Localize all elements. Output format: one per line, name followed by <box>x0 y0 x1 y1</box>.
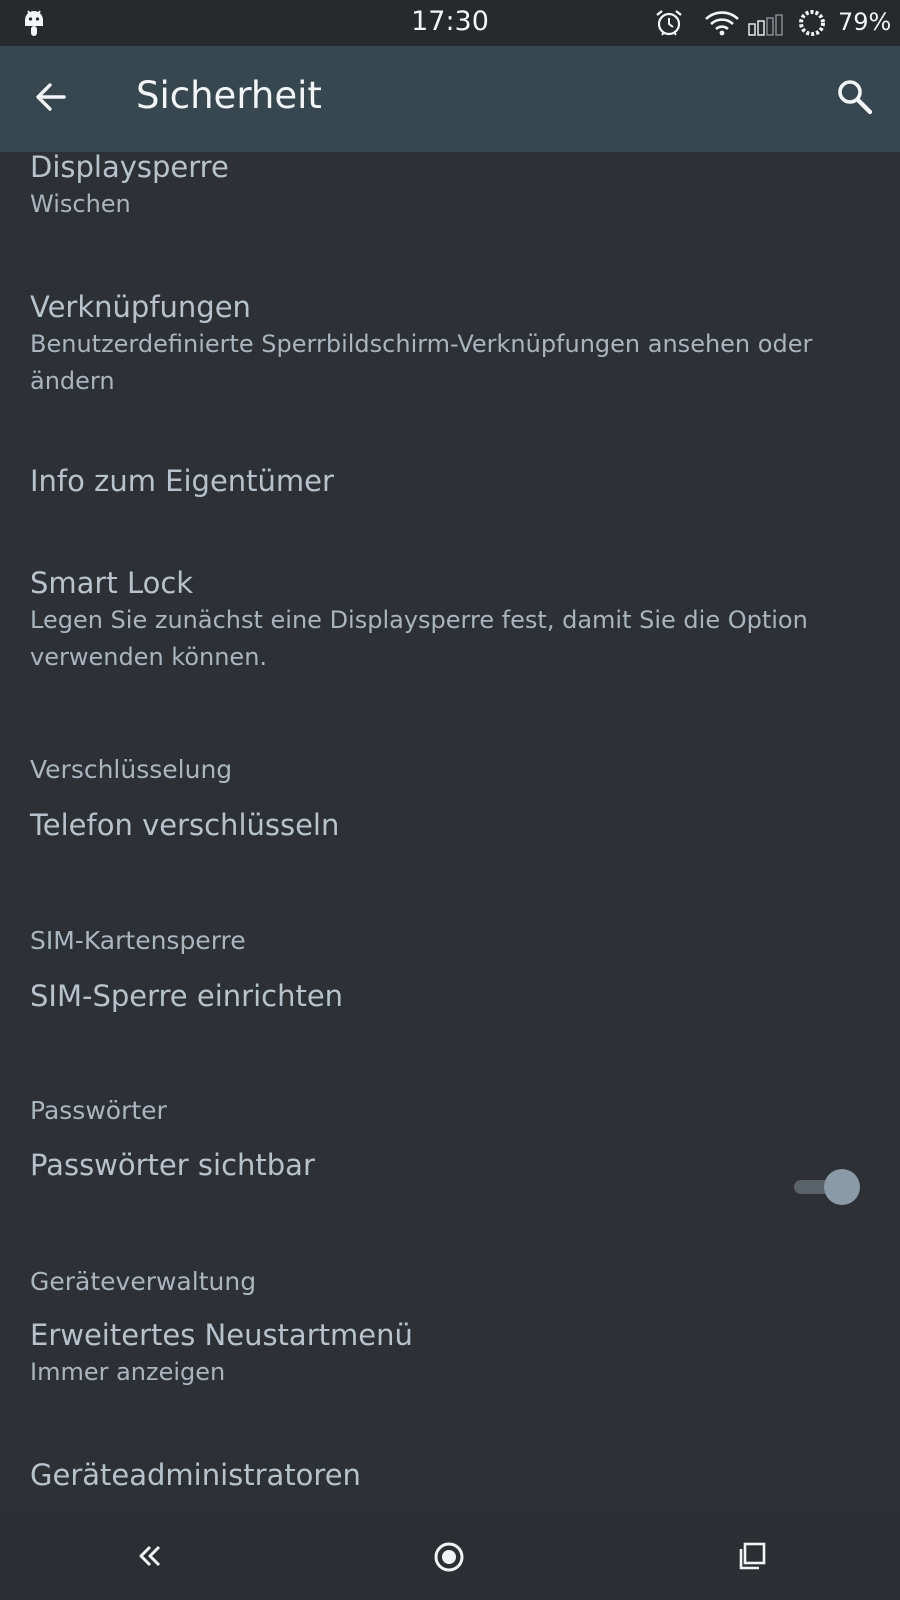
list-item-neustartmenue[interactable]: Erweitertes Neustartmenü Immer anzeigen <box>30 1316 860 1391</box>
page-title: Sicherheit <box>136 74 322 117</box>
list-item-verknuepfungen[interactable]: Verknüpfungen Benutzerdefinierte Sperrbi… <box>30 288 860 400</box>
list-item-geraeteadministratoren[interactable]: Geräteadministratoren <box>30 1456 860 1494</box>
navigation-bar <box>0 1512 900 1600</box>
list-item-displaysperre[interactable]: Displaysperre Wischen <box>30 152 860 223</box>
item-subtitle: verwenden können. <box>30 643 268 671</box>
item-subtitle: ändern <box>30 367 115 395</box>
battery-icon <box>797 8 827 42</box>
item-subtitle: Wischen <box>30 190 131 218</box>
app-toolbar: Sicherheit <box>0 46 900 152</box>
item-subtitle: Legen Sie zunächst eine Displaysperre fe… <box>30 606 808 634</box>
search-icon[interactable] <box>836 78 874 120</box>
item-title: Passwörter sichtbar <box>30 1148 315 1182</box>
item-title: Displaysperre <box>30 152 229 184</box>
item-title: Telefon verschlüsseln <box>30 808 340 842</box>
arrow-left-icon[interactable] <box>34 80 68 118</box>
battery-level: 79% <box>838 8 892 36</box>
item-subtitle: Immer anzeigen <box>30 1358 226 1386</box>
item-title: Geräteadministratoren <box>30 1458 361 1492</box>
list-item-sim-sperre[interactable]: SIM-Sperre einrichten <box>30 977 860 1015</box>
section-header-device: Geräteverwaltung <box>30 1267 257 1296</box>
signal-icon <box>748 14 788 40</box>
list-item-passwoerter-sichtbar[interactable]: Passwörter sichtbar <box>30 1146 860 1184</box>
item-title: Smart Lock <box>30 566 194 600</box>
toggle-thumb <box>824 1169 860 1205</box>
settings-list: Displaysperre Wischen Verknüpfungen Benu… <box>0 152 900 1512</box>
list-item-smart-lock[interactable]: Smart Lock Legen Sie zunächst eine Displ… <box>30 564 860 676</box>
home-icon[interactable] <box>432 1540 466 1578</box>
section-header-encryption: Verschlüsselung <box>30 755 233 784</box>
item-title: Verknüpfungen <box>30 290 251 324</box>
item-title: SIM-Sperre einrichten <box>30 979 344 1013</box>
section-header-sim: SIM-Kartensperre <box>30 926 246 955</box>
alarm-icon <box>654 8 684 42</box>
wifi-icon <box>704 10 740 40</box>
item-title: Erweitertes Neustartmenü <box>30 1318 413 1352</box>
status-bar: 17:30 79% <box>0 0 900 46</box>
passwords-visible-toggle[interactable] <box>794 1167 864 1207</box>
item-title: Info zum Eigentümer <box>30 464 334 498</box>
back-icon[interactable] <box>136 1542 164 1574</box>
list-item-info-eigentuemer[interactable]: Info zum Eigentümer <box>30 462 860 500</box>
recents-icon[interactable] <box>738 1542 766 1574</box>
item-subtitle: Benutzerdefinierte Sperrbildschirm-Verkn… <box>30 330 813 358</box>
section-header-passwords: Passwörter <box>30 1096 167 1125</box>
list-item-telefon-verschluesseln[interactable]: Telefon verschlüsseln <box>30 806 860 844</box>
